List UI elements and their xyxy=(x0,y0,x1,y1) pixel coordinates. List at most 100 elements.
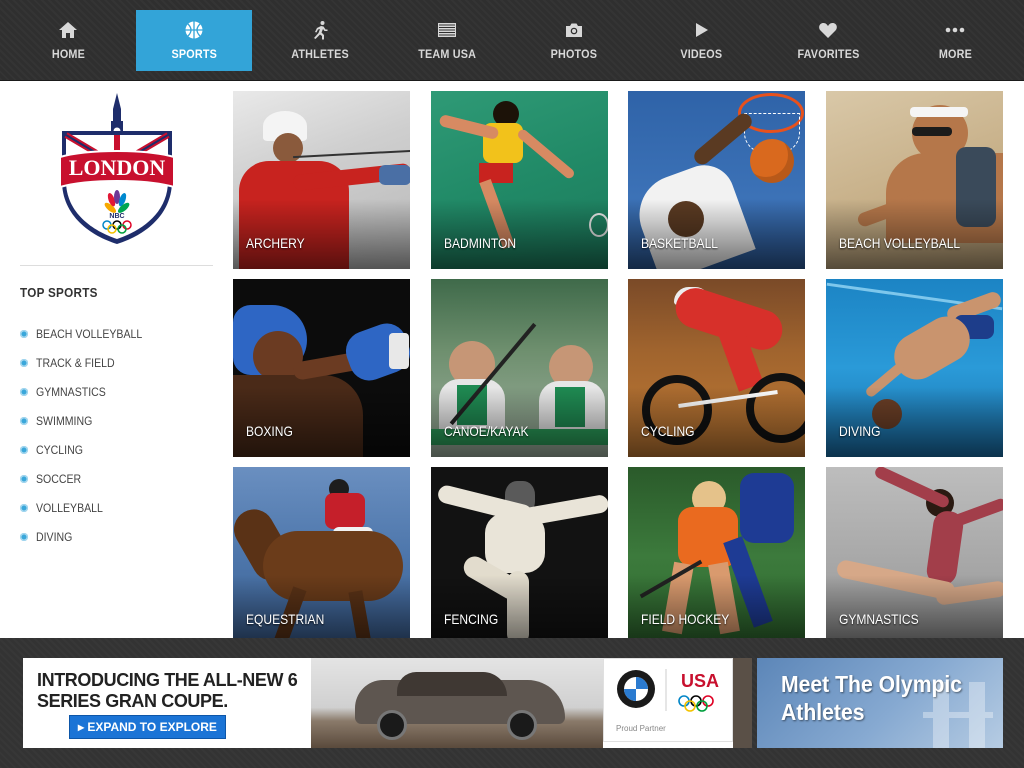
nav-label: MORE xyxy=(938,47,972,61)
sport-tile-label: CYCLING xyxy=(641,423,695,439)
top-sport-label: CYCLING xyxy=(36,442,83,457)
sport-tile-badminton[interactable]: BADMINTON xyxy=(431,91,608,269)
tile-shade xyxy=(233,575,410,645)
nav-label: TEAM USA xyxy=(418,47,476,61)
bmw-ad-banner[interactable]: INTRODUCING THE ALL-NEW 6 SERIES GRAN CO… xyxy=(23,658,752,748)
tile-shade xyxy=(628,199,805,269)
bullet-icon xyxy=(20,445,28,454)
sport-tile-label: BEACH VOLLEYBALL xyxy=(839,235,961,251)
top-sport-label: SWIMMING xyxy=(36,413,93,428)
nav-label: ATHLETES xyxy=(291,47,349,61)
bmw-logo-icon xyxy=(617,670,655,708)
sport-tile-label: FIELD HOCKEY xyxy=(641,611,730,627)
camera-icon xyxy=(563,19,585,41)
flag-icon xyxy=(436,19,458,41)
sport-tile-boxing[interactable]: BOXING xyxy=(233,279,410,457)
nav-label: FAVORITES xyxy=(796,47,860,61)
nav-favorites[interactable]: FAVORITES xyxy=(770,10,886,71)
sidebar-divider xyxy=(20,265,213,266)
sport-tile-gymnastics[interactable]: GYMNASTICS xyxy=(826,467,1003,645)
top-sport-link[interactable]: TRACK & FIELD xyxy=(20,348,157,377)
car-photo xyxy=(311,658,603,748)
heart-icon xyxy=(817,19,839,41)
sport-tile-basketball[interactable]: BASKETBALL xyxy=(628,91,805,269)
top-sport-link[interactable]: GYMNASTICS xyxy=(20,377,157,406)
top-sport-label: DIVING xyxy=(36,529,73,544)
tile-shade xyxy=(628,387,805,457)
top-sport-label: BEACH VOLLEYBALL xyxy=(36,326,143,341)
sport-tile-fencing[interactable]: FENCING xyxy=(431,467,608,645)
bullet-icon xyxy=(20,532,28,541)
proud-partner-text: Proud Partner xyxy=(616,724,666,733)
nav-label: VIDEOS xyxy=(680,47,722,61)
top-sport-link[interactable]: CYCLING xyxy=(20,435,157,464)
olympic-rings-icon xyxy=(678,695,714,712)
sport-tile-label: BASKETBALL xyxy=(641,235,718,251)
play-icon xyxy=(690,19,712,41)
top-sport-label: GYMNASTICS xyxy=(36,384,106,399)
bullet-icon xyxy=(20,416,28,425)
sport-tile-label: ARCHERY xyxy=(246,235,305,251)
sport-tile-archery[interactable]: ARCHERY xyxy=(233,91,410,269)
nav-athletes[interactable]: ATHLETES xyxy=(262,10,378,71)
tile-shade xyxy=(826,387,1003,457)
nav-home[interactable]: HOME xyxy=(10,10,126,71)
tile-shade xyxy=(628,575,805,645)
bullet-icon xyxy=(20,358,28,367)
top-sports-list: BEACH VOLLEYBALL TRACK & FIELD GYMNASTIC… xyxy=(20,319,157,551)
logo-network-text: NBC xyxy=(109,213,124,220)
top-navigation-bar: HOME SPORTS ATHLETES TEAM USA PHOTOS VID… xyxy=(0,0,1024,81)
bullet-icon xyxy=(20,387,28,396)
sport-tile-diving[interactable]: DIVING xyxy=(826,279,1003,457)
logo-year-text: 2012 xyxy=(107,180,127,191)
nav-videos[interactable]: VIDEOS xyxy=(643,10,759,71)
nav-more[interactable]: MORE xyxy=(897,10,1013,71)
ad-headline: INTRODUCING THE ALL-NEW 6 SERIES GRAN CO… xyxy=(37,670,298,711)
tile-shade xyxy=(826,575,1003,645)
sport-tile-label: CANOE/KAYAK xyxy=(444,423,529,439)
nav-photos[interactable]: PHOTOS xyxy=(516,10,632,71)
nav-sports[interactable]: SPORTS xyxy=(136,10,252,71)
bmw-usa-partner-block: USA Proud Partner xyxy=(603,658,733,742)
more-dots-icon xyxy=(944,19,966,41)
bullet-icon xyxy=(20,503,28,512)
nav-label: PHOTOS xyxy=(550,47,598,61)
expand-to-explore-button[interactable]: ▸ EXPAND TO EXPLORE xyxy=(69,715,226,739)
top-sport-label: VOLLEYBALL xyxy=(36,500,103,515)
tile-shade xyxy=(431,387,608,457)
tile-shade xyxy=(233,387,410,457)
tile-shade xyxy=(431,575,608,645)
ad-edge xyxy=(733,658,752,748)
sport-tile-label: DIVING xyxy=(839,423,881,439)
top-sport-link[interactable]: DIVING xyxy=(20,522,157,551)
london-2012-logo[interactable]: LONDON 2012 NBC xyxy=(58,91,176,247)
nav-team-usa[interactable]: TEAM USA xyxy=(389,10,505,71)
sports-grid: ARCHERY BADMINTON BASKETBALL BEACH VOLLE… xyxy=(233,91,1024,645)
sport-tile-label: EQUESTRIAN xyxy=(246,611,325,627)
sport-tile-field-hockey[interactable]: FIELD HOCKEY xyxy=(628,467,805,645)
athletes-banner-text: Meet The Olympic Athletes xyxy=(781,671,963,725)
basketball-icon xyxy=(183,19,205,41)
sport-tile-cycling[interactable]: CYCLING xyxy=(628,279,805,457)
sport-tile-equestrian[interactable]: EQUESTRIAN xyxy=(233,467,410,645)
tile-shade xyxy=(233,199,410,269)
logo-city-text: LONDON xyxy=(69,155,166,180)
sport-tile-label: BADMINTON xyxy=(444,235,517,251)
sport-tile-canoe-kayak[interactable]: CANOE/KAYAK xyxy=(431,279,608,457)
bottom-ad-bar: INTRODUCING THE ALL-NEW 6 SERIES GRAN CO… xyxy=(0,638,1024,768)
bullet-icon xyxy=(20,329,28,338)
top-sport-link[interactable]: BEACH VOLLEYBALL xyxy=(20,319,157,348)
top-sport-link[interactable]: VOLLEYBALL xyxy=(20,493,157,522)
sport-tile-label: FENCING xyxy=(444,611,499,627)
usa-text: USA xyxy=(681,671,719,691)
meet-the-athletes-banner[interactable]: Meet The Olympic Athletes xyxy=(757,658,1003,748)
top-sport-label: TRACK & FIELD xyxy=(36,355,115,370)
top-sport-link[interactable]: SOCCER xyxy=(20,464,157,493)
top-sport-link[interactable]: SWIMMING xyxy=(20,406,157,435)
runner-icon xyxy=(309,19,331,41)
sport-tile-label: GYMNASTICS xyxy=(839,611,919,627)
sport-tile-beach-volleyball[interactable]: BEACH VOLLEYBALL xyxy=(826,91,1003,269)
tile-shade xyxy=(431,199,608,269)
top-sports-title: TOP SPORTS xyxy=(20,285,98,300)
home-icon xyxy=(57,19,79,41)
